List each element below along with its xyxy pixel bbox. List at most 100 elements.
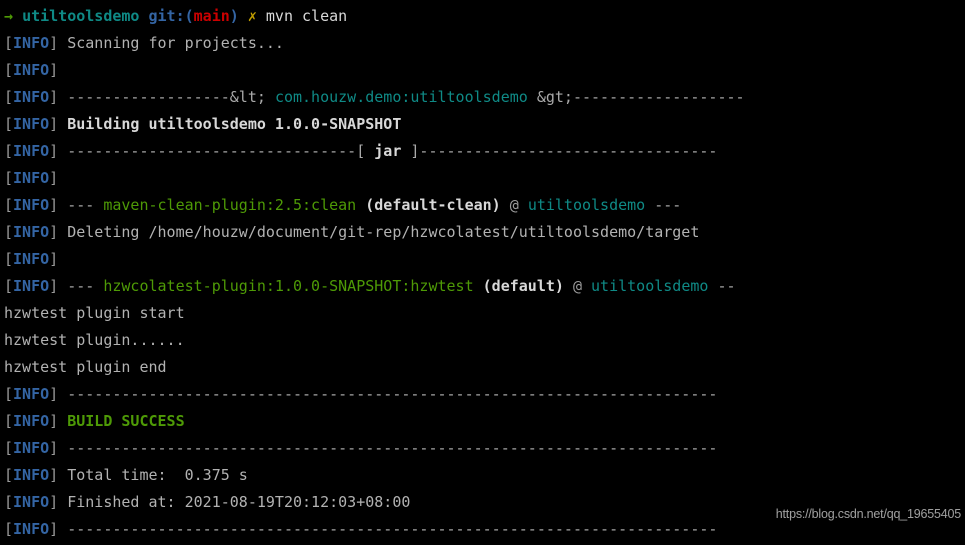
info-label: INFO: [13, 466, 50, 484]
finished-at-value: 2021-08-19T20:12:03+08:00: [184, 493, 411, 511]
prompt-cwd: utiltoolsdemo: [22, 7, 140, 25]
log-line: [INFO] --------------------------------[…: [4, 138, 965, 165]
build-target: Building utiltoolsdemo 1.0.0-SNAPSHOT: [67, 115, 402, 133]
log-line: [INFO] ---------------------------------…: [4, 435, 965, 462]
plugin-output-line: hzwtest plugin start: [4, 304, 185, 322]
info-open-bracket: [: [4, 385, 14, 403]
info-close-bracket: ]: [49, 196, 59, 214]
info-open-bracket: [: [4, 115, 14, 133]
info-close-bracket: ]: [49, 223, 59, 241]
log-message: Deleting /home/houzw/document/git-rep/hz…: [67, 223, 700, 241]
info-label: INFO: [13, 61, 50, 79]
plugin-goal: maven-clean-plugin:2.5:clean: [103, 196, 357, 214]
project-coordinates: com.houzw.demo:utiltoolsdemo: [274, 88, 528, 106]
info-open-bracket: [: [4, 61, 14, 79]
prompt-git-branch: main: [193, 7, 230, 25]
info-open-bracket: [: [4, 250, 14, 268]
prompt-command: mvn clean: [265, 7, 348, 25]
info-open-bracket: [: [4, 169, 14, 187]
module-name: utiltoolsdemo: [527, 196, 646, 214]
info-open-bracket: [: [4, 466, 14, 484]
info-open-bracket: [: [4, 412, 14, 430]
info-label: INFO: [13, 439, 50, 457]
goal-dashes: ---: [67, 277, 95, 295]
total-time-label: Total time:: [67, 466, 167, 484]
info-close-bracket: ]: [49, 439, 59, 457]
separator-left: ------------------&lt;: [67, 88, 266, 106]
at-symbol: @: [509, 196, 519, 214]
info-close-bracket: ]: [49, 466, 59, 484]
info-open-bracket: [: [4, 196, 14, 214]
log-line: [INFO] ---------------------------------…: [4, 516, 965, 543]
log-line: [INFO]: [4, 165, 965, 192]
info-label: INFO: [13, 34, 50, 52]
log-line: [INFO] Finished at: 2021-08-19T20:12:03+…: [4, 489, 965, 516]
info-open-bracket: [: [4, 34, 14, 52]
info-label: INFO: [13, 115, 50, 133]
terminal-window[interactable]: → utiltoolsdemo git:(main) ✗ mvn clean […: [0, 0, 965, 545]
separator-full: ----------------------------------------…: [67, 385, 718, 403]
info-label: INFO: [13, 196, 50, 214]
at-symbol: @: [572, 277, 582, 295]
execution-id: (default): [482, 277, 564, 295]
prompt-line: → utiltoolsdemo git:(main) ✗ mvn clean: [4, 3, 965, 30]
separator-full: ----------------------------------------…: [67, 439, 718, 457]
info-close-bracket: ]: [49, 250, 59, 268]
info-close-bracket: ]: [49, 61, 59, 79]
plugin-output-line: hzwtest plugin end: [4, 358, 167, 376]
separator-left: --------------------------------[: [67, 142, 366, 160]
execution-id: (default-clean): [365, 196, 501, 214]
separator-full: ----------------------------------------…: [67, 520, 718, 538]
total-time-value: 0.375 s: [184, 466, 248, 484]
plugin-output-line: hzwtest plugin......: [4, 331, 185, 349]
log-line: [INFO]: [4, 246, 965, 273]
module-name: utiltoolsdemo: [591, 277, 709, 295]
info-label: INFO: [13, 520, 50, 538]
info-open-bracket: [: [4, 88, 14, 106]
info-close-bracket: ]: [49, 88, 59, 106]
info-open-bracket: [: [4, 439, 14, 457]
info-open-bracket: [: [4, 277, 14, 295]
log-line: [INFO] Total time: 0.375 s: [4, 462, 965, 489]
prompt-git-prefix: git:(: [148, 7, 194, 25]
packaging-type: jar: [374, 142, 402, 160]
terminal-output: → utiltoolsdemo git:(main) ✗ mvn clean […: [4, 3, 965, 543]
info-close-bracket: ]: [49, 169, 59, 187]
log-line: [INFO] Building utiltoolsdemo 1.0.0-SNAP…: [4, 111, 965, 138]
prompt-git-suffix: ): [229, 7, 239, 25]
separator-right: ]---------------------------------: [410, 142, 718, 160]
info-close-bracket: ]: [49, 277, 59, 295]
log-line: [INFO] --- maven-clean-plugin:2.5:clean …: [4, 192, 965, 219]
info-label: INFO: [13, 250, 50, 268]
info-label: INFO: [13, 169, 50, 187]
info-label: INFO: [13, 493, 50, 511]
prompt-arrow-icon: →: [4, 7, 14, 25]
separator-right: &gt;-------------------: [536, 88, 745, 106]
info-label: INFO: [13, 277, 50, 295]
info-close-bracket: ]: [49, 412, 59, 430]
goal-trailing-dashes: --: [717, 277, 736, 295]
log-line: [INFO] Deleting /home/houzw/document/git…: [4, 219, 965, 246]
goal-dashes: ---: [67, 196, 95, 214]
log-message: Scanning for projects...: [67, 34, 284, 52]
log-line: [INFO] Scanning for projects...: [4, 30, 965, 57]
info-label: INFO: [13, 385, 50, 403]
info-open-bracket: [: [4, 493, 14, 511]
log-line: [INFO] ---------------------------------…: [4, 381, 965, 408]
info-open-bracket: [: [4, 520, 14, 538]
info-close-bracket: ]: [49, 115, 59, 133]
build-status-badge: BUILD SUCCESS: [67, 412, 185, 430]
info-label: INFO: [13, 412, 50, 430]
log-line: [INFO] BUILD SUCCESS: [4, 408, 965, 435]
info-close-bracket: ]: [49, 34, 59, 52]
info-close-bracket: ]: [49, 385, 59, 403]
log-line: [INFO] --- hzwcolatest-plugin:1.0.0-SNAP…: [4, 273, 965, 300]
info-close-bracket: ]: [49, 520, 59, 538]
log-line: [INFO]: [4, 57, 965, 84]
info-label: INFO: [13, 142, 50, 160]
info-close-bracket: ]: [49, 142, 59, 160]
info-open-bracket: [: [4, 142, 14, 160]
info-label: INFO: [13, 88, 50, 106]
info-close-bracket: ]: [49, 493, 59, 511]
